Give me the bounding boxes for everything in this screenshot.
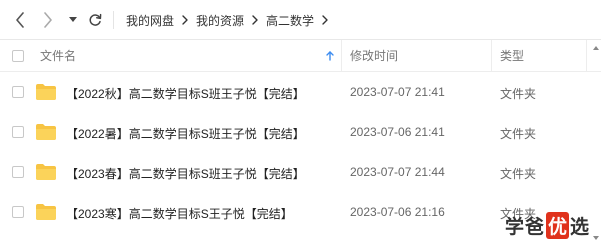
column-divider[interactable] [586, 40, 587, 72]
select-all-checkbox[interactable] [12, 50, 24, 62]
folder-icon [36, 84, 56, 100]
file-modified-time: 2023-07-07 21:41 [350, 85, 445, 99]
file-type: 文件夹 [500, 87, 537, 101]
file-row[interactable]: 【2022暑】高二数学目标S班王子悦【完结】 2023-07-06 21:41 … [0, 112, 601, 152]
scroll-up-arrow[interactable] [593, 46, 599, 50]
back-button[interactable] [12, 10, 28, 30]
file-row[interactable]: 【2022秋】高二数学目标S班王子悦【完结】 2023-07-07 21:41 … [0, 72, 601, 112]
column-divider[interactable] [491, 40, 492, 72]
file-name[interactable]: 【2022秋】高二数学目标S班王子悦【完结】 [66, 85, 305, 102]
chevron-left-icon [16, 12, 24, 28]
file-type: 文件夹 [500, 127, 537, 141]
chevron-right-icon [182, 15, 188, 25]
breadcrumb-item-my-resources[interactable]: 我的资源 [196, 12, 244, 29]
sort-up-icon[interactable] [326, 51, 334, 61]
nav-separator [113, 11, 114, 29]
file-modified-time: 2023-07-06 21:41 [350, 125, 445, 139]
file-row[interactable]: 【2023春】高二数学目标S班王子悦【完结】 2023-07-07 21:44 … [0, 152, 601, 192]
breadcrumb-item-my-disk[interactable]: 我的网盘 [126, 12, 174, 29]
watermark-badge: 优 [546, 211, 570, 239]
column-header-modified[interactable]: 修改时间 [350, 40, 398, 72]
breadcrumb-item-current-folder[interactable]: 高二数学 [266, 12, 314, 29]
row-checkbox[interactable] [12, 126, 24, 138]
column-header-type[interactable]: 类型 [500, 40, 524, 72]
file-type: 文件夹 [500, 167, 537, 181]
breadcrumb: 我的网盘 我的资源 高二数学 [126, 0, 336, 40]
file-modified-time: 2023-07-07 21:44 [350, 165, 445, 179]
file-name[interactable]: 【2022暑】高二数学目标S班王子悦【完结】 [66, 125, 305, 142]
file-name[interactable]: 【2023春】高二数学目标S班王子悦【完结】 [66, 165, 305, 182]
row-checkbox[interactable] [12, 86, 24, 98]
folder-icon [36, 204, 56, 220]
file-name[interactable]: 【2023寒】高二数学目标S王子悦【完结】 [66, 205, 293, 222]
caret-down-icon [69, 17, 77, 22]
file-modified-time: 2023-07-06 21:16 [350, 205, 445, 219]
refresh-icon [89, 13, 102, 26]
watermark-logo: 学爸 优 选 [505, 211, 590, 239]
watermark-text: 学爸 [505, 215, 546, 238]
refresh-button[interactable] [86, 10, 104, 30]
file-list-header: 文件名 修改时间 类型 [0, 40, 601, 72]
navigation-bar: 我的网盘 我的资源 高二数学 [0, 0, 601, 40]
folder-icon [36, 124, 56, 140]
chevron-right-icon [322, 15, 328, 25]
row-checkbox[interactable] [12, 206, 24, 218]
chevron-right-icon [44, 12, 52, 28]
history-dropdown-button[interactable] [67, 10, 79, 30]
column-divider[interactable] [341, 40, 342, 72]
folder-icon [36, 164, 56, 180]
row-checkbox[interactable] [12, 166, 24, 178]
chevron-right-icon [252, 15, 258, 25]
column-header-name[interactable]: 文件名 [40, 40, 76, 72]
watermark-text: 选 [570, 215, 590, 238]
forward-button[interactable] [40, 10, 56, 30]
scroll-down-arrow[interactable] [593, 236, 599, 240]
